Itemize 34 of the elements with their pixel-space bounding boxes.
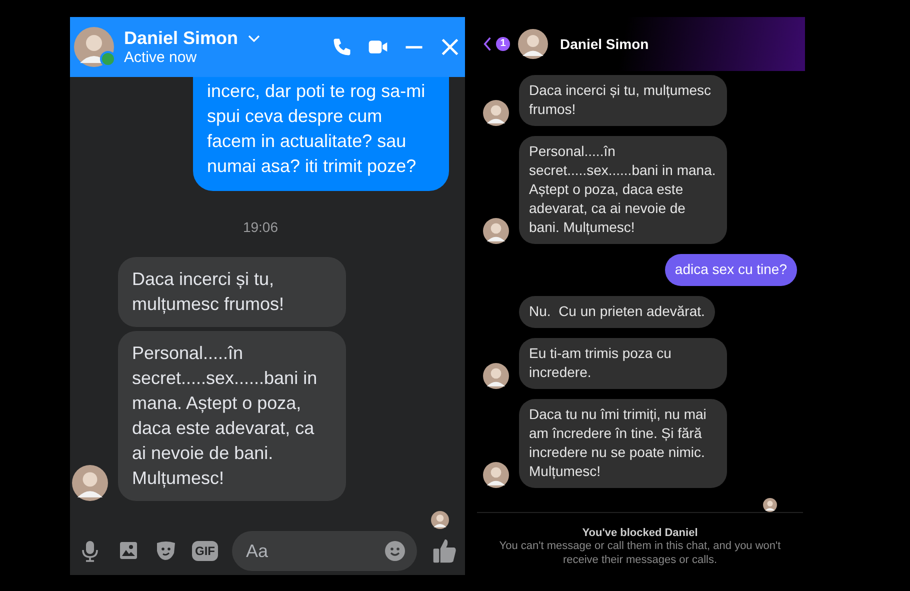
received-message: Personal.....în secret.....sex......bani in mana. Aștept o poza, daca este adevarat, ca ai nevoie de bani. Mulțumesc! <box>519 136 727 244</box>
sticker-icon[interactable] <box>154 539 178 563</box>
thumbs-up-icon[interactable] <box>431 537 459 565</box>
chevron-down-icon[interactable] <box>248 34 260 42</box>
close-icon[interactable] <box>439 36 461 58</box>
received-message: Daca tu nu îmi trimiți, nu mai am încredere în tine. Și fără incredere nu se poate nimic. Mulțumesc! <box>519 399 727 488</box>
blocked-message: You can't message or call them in this chat, and you won't receive their messages or calls. <box>498 539 782 567</box>
received-message: Daca incerci și tu, mulțumesc frumos! <box>519 75 727 126</box>
received-message: Eu ti-am trimis poza cu incredere. <box>519 338 727 389</box>
emoji-icon[interactable] <box>383 539 407 563</box>
sent-message: incerc, dar poti te rog sa-mi spui ceva despre cum facem in actualitate? sau numai asa? iti trimit poze? <box>193 77 449 191</box>
received-message: Nu. Cu un prieten adevărat. <box>519 296 715 328</box>
gif-button[interactable]: GIF <box>192 541 218 561</box>
phone-icon[interactable] <box>331 36 353 58</box>
avatar[interactable] <box>483 363 509 389</box>
avatar[interactable] <box>518 29 548 59</box>
back-icon[interactable] <box>483 36 492 52</box>
message-input-field[interactable]: Aa <box>232 531 417 571</box>
received-message: Personal.....în secret.....sex......bani in mana. Aștept o poza, daca este adevarat, ca ai nevoie de bani. Mulțumesc! <box>118 331 346 501</box>
seen-avatar <box>431 511 449 529</box>
avatar[interactable] <box>72 465 108 501</box>
timestamp: 19:06 <box>242 219 278 235</box>
received-message: Daca incerci și tu, mulțumesc frumos! <box>118 257 346 327</box>
avatar[interactable] <box>483 462 509 488</box>
contact-name[interactable]: Daniel Simon <box>124 28 238 49</box>
seen-avatar <box>763 498 777 512</box>
text-input[interactable]: Aa <box>244 540 383 562</box>
status-text: Active now <box>124 49 198 66</box>
unread-badge: 1 <box>496 37 510 51</box>
blocked-title: You've blocked Daniel <box>581 527 699 539</box>
sent-message: adica sex cu tine? <box>664 254 797 286</box>
contact-name[interactable]: Daniel Simon <box>560 36 649 52</box>
avatar[interactable] <box>483 100 509 126</box>
avatar[interactable] <box>483 218 509 244</box>
